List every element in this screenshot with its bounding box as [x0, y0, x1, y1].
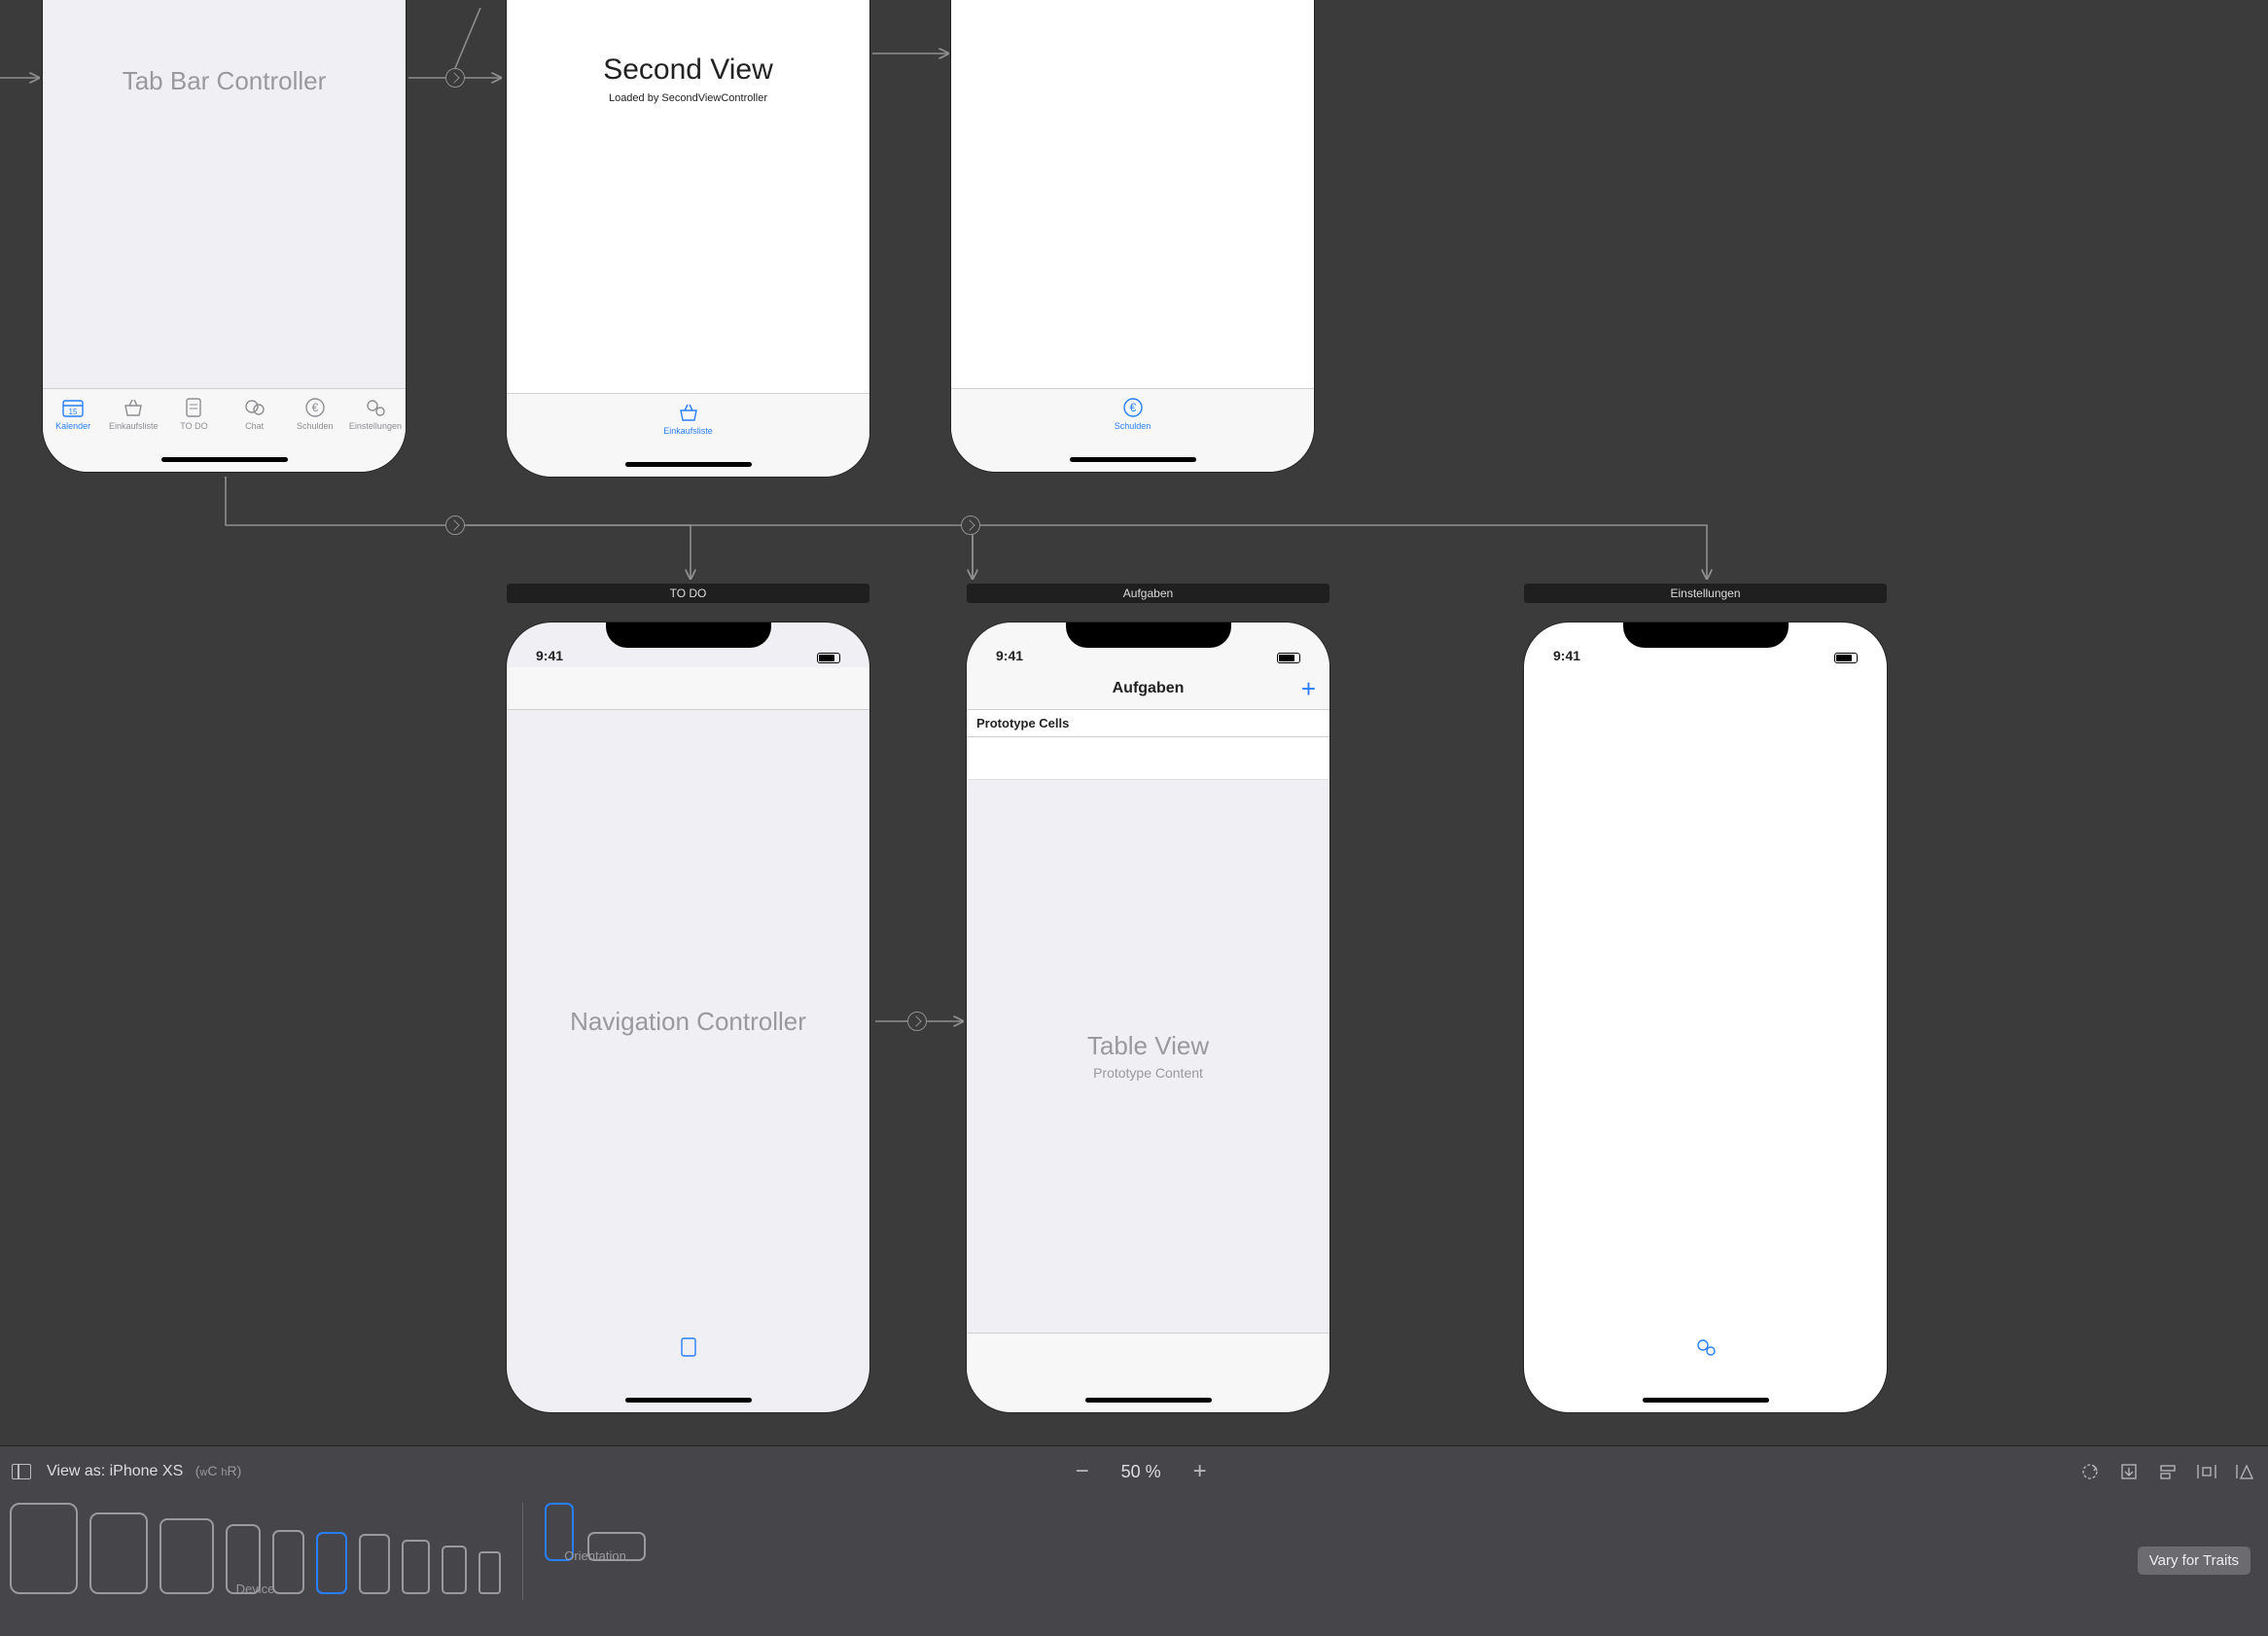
tab-bar-controller-title: Tab Bar Controller: [43, 66, 406, 96]
device-picker: Device: [10, 1497, 501, 1594]
status-time: 9:41: [536, 648, 563, 663]
view-as-label: View as: iPhone XS (wC hR): [47, 1463, 241, 1480]
home-indicator: [1643, 1398, 1769, 1403]
tab-einkaufsliste[interactable]: Einkaufsliste: [507, 394, 869, 457]
device-group-label: Device: [236, 1582, 275, 1596]
tab-schulden[interactable]: € Schulden: [285, 389, 345, 452]
document-outline-toggle[interactable]: [12, 1464, 31, 1479]
segue-node[interactable]: [445, 516, 465, 535]
home-indicator: [1085, 1398, 1212, 1403]
tab-label: Schulden: [297, 421, 334, 431]
tab-schulden[interactable]: € Schulden: [951, 389, 1314, 452]
zoom-out-button[interactable]: −: [1071, 1458, 1094, 1485]
second-view-title: Second View: [507, 53, 869, 87]
tab-label: Einkaufsliste: [109, 421, 159, 431]
prototype-cells-header: Prototype Cells: [967, 710, 1329, 737]
add-button[interactable]: +: [1301, 676, 1316, 701]
device-iphone-8[interactable]: [402, 1540, 430, 1594]
battery-icon: [1277, 653, 1300, 663]
chat-icon: [242, 397, 267, 418]
checklist-icon: [676, 1336, 701, 1358]
battery-icon: [1834, 653, 1858, 663]
tab-label: TO DO: [180, 421, 207, 431]
scene-header-aufgaben[interactable]: Aufgaben: [967, 584, 1329, 603]
trait-bar: View as: iPhone XS (wC hR) − 50 % +: [0, 1445, 2268, 1636]
vary-for-traits-button[interactable]: Vary for Traits: [2138, 1547, 2250, 1575]
basket-icon: [676, 402, 701, 423]
nav-title: Aufgaben: [1113, 680, 1185, 697]
tab-label: Schulden: [1115, 421, 1152, 431]
gears-icon: [363, 397, 388, 418]
home-indicator: [161, 457, 288, 462]
zoom-in-button[interactable]: +: [1188, 1458, 1212, 1485]
device-iphone-xr[interactable]: [272, 1530, 304, 1594]
device-iphone-xs[interactable]: [316, 1532, 347, 1594]
svg-text:15: 15: [69, 408, 78, 416]
nav-bar: [507, 667, 869, 710]
segue-node[interactable]: [961, 516, 980, 535]
tab-todo[interactable]: [507, 1329, 869, 1393]
zoom-controls: − 50 % +: [1071, 1458, 1212, 1485]
scene-tab-bar-controller[interactable]: Tab Bar Controller 15 Kalender Einkaufsl…: [43, 0, 406, 472]
device-iphone-4s[interactable]: [478, 1551, 501, 1594]
prototype-cell[interactable]: [967, 737, 1329, 780]
align-icon[interactable]: [2157, 1461, 2179, 1482]
segue-node[interactable]: [907, 1012, 927, 1031]
device-ipad[interactable]: [159, 1518, 214, 1594]
gears-icon: [1693, 1336, 1719, 1358]
home-indicator: [625, 462, 752, 467]
scene-aufgaben[interactable]: 9:41 Aufgaben + Prototype Cells Table Vi…: [967, 622, 1329, 1412]
tab-label: Chat: [245, 421, 264, 431]
home-indicator: [1070, 457, 1196, 462]
checklist-icon: [181, 397, 206, 418]
zoom-value: 50 %: [1121, 1462, 1161, 1482]
tab-todo[interactable]: TO DO: [163, 389, 224, 452]
scene-header-todo[interactable]: TO DO: [507, 584, 869, 603]
battery-icon: [817, 653, 840, 663]
resolve-issues-icon[interactable]: [2235, 1461, 2256, 1482]
calendar-icon: 15: [60, 397, 86, 418]
status-time: 9:41: [996, 648, 1023, 663]
scene-schulden-view[interactable]: € Schulden: [951, 0, 1314, 472]
tab-label: Einkaufsliste: [663, 426, 713, 436]
notch: [1623, 622, 1789, 648]
orientation-group-label: Orientation: [564, 1548, 626, 1563]
basket-icon: [121, 397, 146, 418]
device-ipad-pro-12[interactable]: [10, 1503, 78, 1594]
home-indicator: [625, 1398, 752, 1403]
segue-node[interactable]: [445, 68, 465, 88]
tab-label: Einstellungen: [349, 421, 402, 431]
tab-chat[interactable]: Chat: [225, 389, 285, 452]
device-iphone-8-plus[interactable]: [359, 1534, 390, 1594]
euro-icon: €: [1120, 397, 1146, 418]
scene-second-view[interactable]: Second View Loaded by SecondViewControll…: [507, 0, 869, 477]
euro-icon: €: [302, 397, 328, 418]
svg-text:€: €: [311, 401, 318, 414]
second-view-subtitle: Loaded by SecondViewController: [507, 92, 869, 104]
status-time: 9:41: [1553, 648, 1580, 663]
separator: [522, 1503, 523, 1600]
nav-controller-title: Navigation Controller: [507, 1007, 869, 1037]
scene-navigation-controller[interactable]: 9:41 Navigation Controller: [507, 622, 869, 1412]
tab-label: Kalender: [55, 421, 90, 431]
svg-text:€: €: [1129, 401, 1136, 414]
device-iphone-se[interactable]: [442, 1546, 467, 1594]
notch: [606, 622, 771, 648]
pin-icon[interactable]: [2196, 1461, 2217, 1482]
embed-in-icon[interactable]: [2118, 1461, 2140, 1482]
table-view-subtitle: Prototype Content: [967, 1065, 1329, 1081]
scene-header-einstellungen[interactable]: Einstellungen: [1524, 584, 1887, 603]
tab-einstellungen[interactable]: Einstellungen: [345, 389, 406, 452]
table-view-title: Table View: [967, 1031, 1329, 1061]
tab-kalender[interactable]: 15 Kalender: [43, 389, 103, 452]
notch: [1066, 622, 1231, 648]
tab-einkaufsliste[interactable]: Einkaufsliste: [103, 389, 163, 452]
device-ipad-pro-11[interactable]: [89, 1512, 148, 1594]
orientation-picker: Orientation: [545, 1497, 646, 1561]
scene-einstellungen[interactable]: 9:41: [1524, 622, 1887, 1412]
nav-bar: Aufgaben +: [967, 667, 1329, 710]
tab-einstellungen[interactable]: [1524, 1329, 1887, 1393]
update-frames-icon[interactable]: [2079, 1461, 2101, 1482]
